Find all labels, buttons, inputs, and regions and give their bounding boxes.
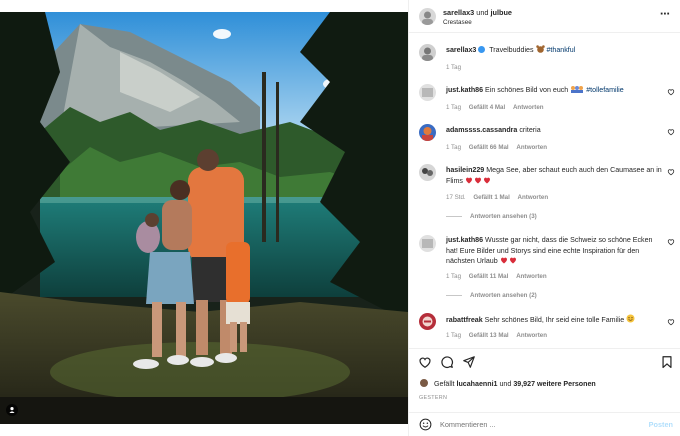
- verified-icon: [478, 46, 486, 53]
- caption-hashtag[interactable]: #thankful: [546, 46, 575, 54]
- avatar: [419, 378, 429, 388]
- view-replies-button[interactable]: Antworten ansehen (3): [446, 213, 537, 220]
- instagram-post-modal: sarellax3 und julbue Crestasee ⋯ sarella…: [0, 0, 680, 436]
- post-side-panel: sarellax3 und julbue Crestasee ⋯ sarella…: [408, 0, 680, 436]
- comment-username[interactable]: just.kath86: [446, 236, 483, 244]
- comment-username[interactable]: hasilein229: [446, 166, 484, 174]
- caption-text: sarellax3 Travelbuddies #thankful: [446, 45, 664, 56]
- likes-user[interactable]: lucahaenni1: [456, 380, 497, 388]
- post-authors: sarellax3 und julbue: [443, 8, 512, 17]
- location-link[interactable]: Crestasee: [443, 19, 472, 26]
- reply-button[interactable]: Antworten: [518, 194, 549, 201]
- comment-item: just.kath86 Wusste gar nicht, dass die S…: [409, 233, 680, 305]
- comment-username[interactable]: just.kath86: [446, 86, 483, 94]
- reply-button[interactable]: Antworten: [513, 104, 544, 111]
- avatar[interactable]: [419, 44, 436, 61]
- likes-count[interactable]: 39,927 weitere Personen: [513, 380, 595, 388]
- tag-user-icon: [9, 407, 15, 413]
- post-button[interactable]: Posten: [649, 420, 673, 429]
- family-emoji-icon: [571, 86, 584, 93]
- replies-divider: [446, 215, 462, 217]
- more-icon[interactable]: ⋯: [660, 9, 671, 20]
- post-photo[interactable]: [0, 12, 408, 424]
- view-replies-button[interactable]: Antworten ansehen (2): [446, 292, 537, 299]
- hearts-emoji-icon: [500, 257, 516, 264]
- likes-mid: und: [499, 380, 512, 388]
- comment-likes[interactable]: Gefällt 66 Mal: [469, 144, 509, 151]
- view-replies-label: Antworten ansehen (3): [470, 213, 537, 220]
- comment-meta: 1 Tag Gefällt 11 Mal Antworten: [446, 273, 553, 280]
- avatar[interactable]: [419, 8, 436, 25]
- caption-body: Travelbuddies: [489, 46, 534, 54]
- avatar[interactable]: [419, 164, 436, 181]
- likes-summary[interactable]: Gefällt lucahaenni1 und 39,927 weitere P…: [419, 378, 596, 388]
- post-actions: Gefällt lucahaenni1 und 39,927 weitere P…: [409, 348, 680, 418]
- bear-emoji-icon: [535, 45, 545, 53]
- smile-emoji-icon: [626, 314, 635, 323]
- post-date[interactable]: GESTERN: [419, 395, 447, 401]
- post-caption: sarellax3 Travelbuddies #thankful 1 Tag: [409, 40, 680, 74]
- comment-time[interactable]: 1 Tag: [446, 104, 461, 111]
- comment-icon[interactable]: [440, 355, 454, 369]
- hearts-emoji-icon: [465, 177, 490, 183]
- tag-user-button[interactable]: [6, 404, 18, 416]
- family-at-lake-photo: [0, 12, 408, 424]
- comment-item: adamssss.cassandra criteria 1 Tag Gefäll…: [409, 121, 680, 155]
- author-link-1[interactable]: sarellax3: [443, 8, 474, 17]
- share-icon[interactable]: [462, 355, 476, 369]
- comment-text: hasilein229 Mega See, aber schaut euch a…: [446, 165, 664, 186]
- avatar[interactable]: [419, 84, 436, 101]
- comment-meta: 1 Tag Gefällt 13 Mal Antworten: [446, 332, 553, 339]
- comment-likes[interactable]: Gefällt 4 Mal: [469, 104, 505, 111]
- comment-text: just.kath86 Wusste gar nicht, dass die S…: [446, 235, 664, 267]
- comment-likes[interactable]: Gefällt 13 Mal: [469, 332, 509, 339]
- comment-text: adamssss.cassandra criteria: [446, 125, 664, 136]
- comment-input[interactable]: [440, 420, 620, 429]
- comment-username[interactable]: adamssss.cassandra: [446, 126, 517, 134]
- reply-button[interactable]: Antworten: [516, 144, 547, 151]
- heart-icon[interactable]: [667, 168, 675, 176]
- heart-icon[interactable]: [418, 355, 432, 369]
- comment-item: hasilein229 Mega See, aber schaut euch a…: [409, 162, 680, 224]
- comment-time[interactable]: 1 Tag: [446, 332, 461, 339]
- comment-meta: 1 Tag Gefällt 66 Mal Antworten: [446, 144, 553, 151]
- replies-divider: [446, 294, 462, 296]
- authors-and: und: [476, 8, 489, 17]
- comment-body: criteria: [519, 126, 541, 134]
- comment-item: just.kath86 Ein schönes Bild von euch #t…: [409, 82, 680, 116]
- heart-icon[interactable]: [667, 128, 675, 136]
- comment-body: Ein schönes Bild von euch: [485, 86, 569, 94]
- heart-icon[interactable]: [667, 238, 675, 246]
- heart-icon[interactable]: [667, 88, 675, 96]
- comment-time[interactable]: 1 Tag: [446, 273, 461, 280]
- caption-meta: 1 Tag: [446, 64, 467, 71]
- comment-body: Sehr schönes Bild, Ihr seid eine tolle F…: [484, 316, 625, 324]
- post-header: sarellax3 und julbue Crestasee ⋯: [409, 0, 680, 33]
- comment-time[interactable]: 17 Std.: [446, 194, 466, 201]
- avatar[interactable]: [419, 313, 436, 330]
- caption-username[interactable]: sarellax3: [446, 46, 476, 54]
- reply-button[interactable]: Antworten: [516, 273, 547, 280]
- likes-prefix: Gefällt: [433, 380, 455, 388]
- add-comment-bar: Posten: [409, 412, 680, 436]
- caption-time[interactable]: 1 Tag: [446, 64, 461, 71]
- comment-text: just.kath86 Ein schönes Bild von euch #t…: [446, 85, 664, 96]
- comment-hashtag[interactable]: #tollefamilie: [586, 86, 623, 94]
- comment-time[interactable]: 1 Tag: [446, 144, 461, 151]
- avatar[interactable]: [419, 124, 436, 141]
- avatar[interactable]: [419, 235, 436, 252]
- view-replies-label: Antworten ansehen (2): [470, 292, 537, 299]
- comment-meta: 17 Std. Gefällt 1 Mal Antworten: [446, 194, 554, 201]
- heart-icon[interactable]: [667, 318, 675, 326]
- comment-likes[interactable]: Gefällt 11 Mal: [469, 273, 509, 280]
- comment-meta: 1 Tag Gefällt 4 Mal Antworten: [446, 104, 550, 111]
- reply-button[interactable]: Antworten: [516, 332, 547, 339]
- bookmark-icon[interactable]: [660, 355, 674, 369]
- comment-username[interactable]: rabattfreak: [446, 316, 483, 324]
- comment-likes[interactable]: Gefällt 1 Mal: [473, 194, 509, 201]
- comment-text: rabattfreak Sehr schönes Bild, Ihr seid …: [446, 314, 664, 326]
- comment-item: rabattfreak Sehr schönes Bild, Ihr seid …: [409, 311, 680, 345]
- smile-icon[interactable]: [419, 418, 432, 431]
- author-link-2[interactable]: julbue: [491, 8, 513, 17]
